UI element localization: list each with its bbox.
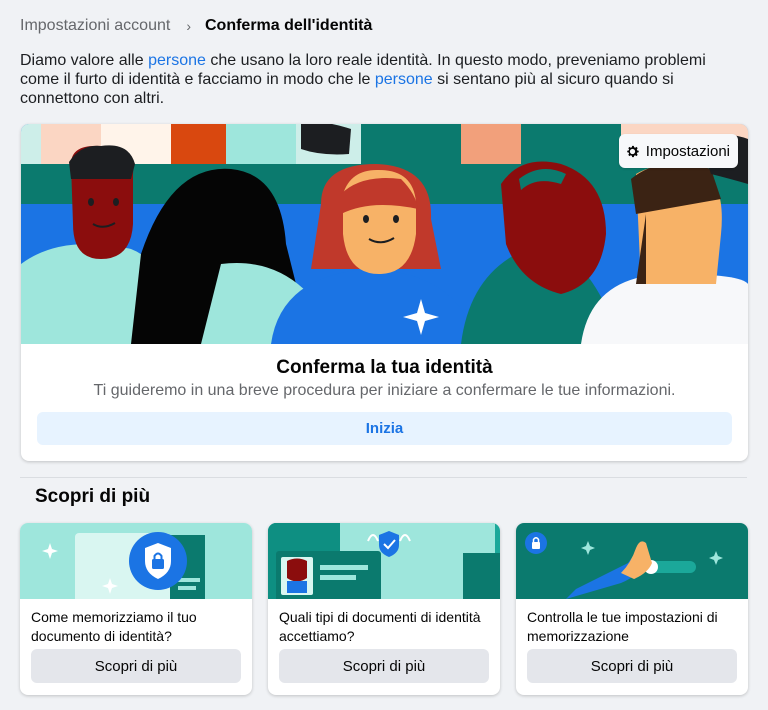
breadcrumb-current-page: Conferma dell'identità	[204, 17, 373, 34]
card-text: Controlla le tue impostazioni di memoriz…	[527, 609, 718, 644]
learn-more-card-storage: Come memorizziamo il tuo documento di id…	[20, 523, 252, 695]
breadcrumb: Impostazioni account › Conferma dell'ide…	[20, 16, 372, 36]
learn-more-card-documents: Quali tipi di documenti di identità acce…	[268, 523, 500, 695]
start-button[interactable]: Inizia	[37, 412, 732, 445]
people-link[interactable]: persone	[148, 52, 206, 69]
card-text: Quali tipi di documenti di identità acce…	[279, 609, 481, 644]
learn-more-button[interactable]: Scopri di più	[31, 649, 241, 683]
breadcrumb-link-account-settings[interactable]: Impostazioni account	[20, 17, 170, 35]
section-divider	[20, 477, 747, 478]
hero-title: Conferma la tua identità	[276, 357, 493, 378]
intro-text: Diamo valore alle	[20, 52, 149, 69]
settings-button-label: Impostazioni	[645, 142, 730, 160]
learn-more-button[interactable]: Scopri di più	[279, 649, 489, 683]
card-text: Come memorizziamo il tuo documento di id…	[31, 609, 197, 644]
hero-subtitle: Ti guideremo in una breve procedura per …	[93, 382, 676, 399]
lock-shield-icon	[20, 523, 252, 599]
learn-more-title: Scopri di più	[35, 486, 151, 507]
chevron-right-icon: ›	[186, 18, 191, 34]
learn-more-card-storage-settings: Controlla le tue impostazioni di memoriz…	[516, 523, 748, 695]
learn-more-button[interactable]: Scopri di più	[527, 649, 737, 683]
settings-button[interactable]: Impostazioni	[618, 134, 738, 168]
verified-badge-icon	[268, 523, 500, 599]
gear-icon	[627, 145, 639, 157]
toggle-hand-icon	[516, 523, 748, 599]
people-link[interactable]: persone	[375, 71, 433, 88]
intro-paragraph: Diamo valore alle persone che usano la l…	[20, 51, 740, 108]
confirm-identity-card: Impostazioni Conferma la tua identità Ti…	[21, 124, 748, 461]
